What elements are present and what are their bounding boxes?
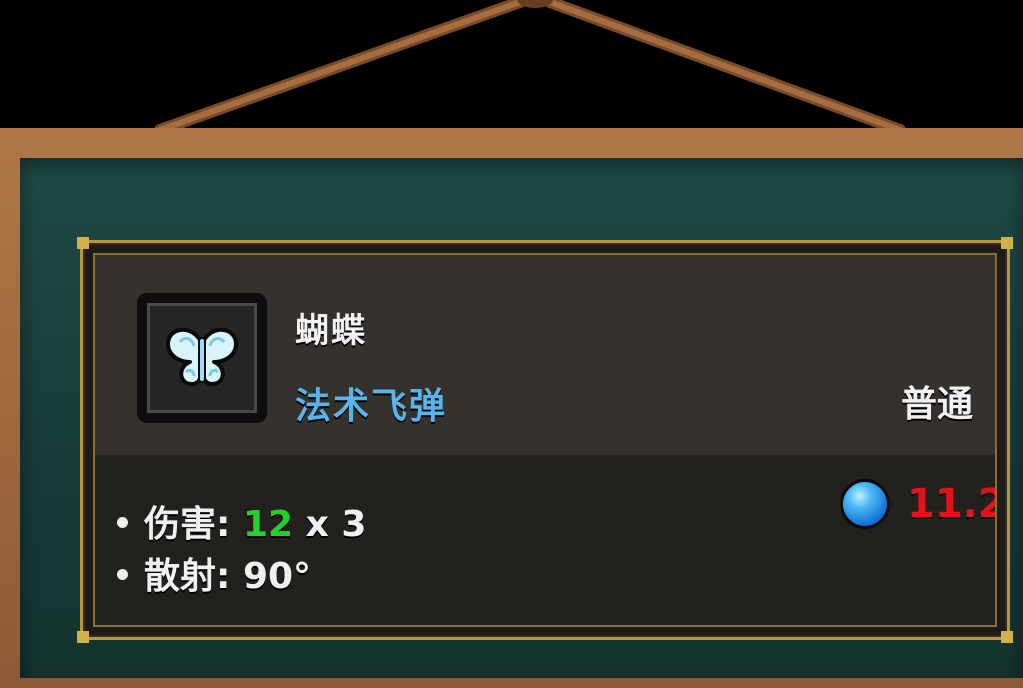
spell-icon-slot[interactable] bbox=[137, 293, 267, 423]
stat-damage-value: 12 bbox=[242, 504, 294, 545]
hanging-string bbox=[154, 0, 906, 136]
mana-cost: 11.2 bbox=[907, 481, 997, 527]
bullet-icon bbox=[117, 568, 128, 580]
corner-ornament bbox=[1001, 237, 1013, 249]
stat-spread-value: 90° bbox=[242, 556, 312, 597]
stat-damage-label: 伤害: bbox=[144, 504, 231, 545]
corner-ornament bbox=[1001, 631, 1013, 643]
stat-damage: 伤害: 12 x 3 bbox=[117, 495, 366, 547]
spell-rarity: 普通 bbox=[900, 384, 973, 425]
stat-spread: 散射: 90° bbox=[117, 547, 311, 599]
spell-type: 法术飞弹 bbox=[295, 386, 448, 427]
stat-damage-multiplier: x 3 bbox=[305, 504, 367, 545]
spell-tooltip-card: 蝴蝶 法术飞弹 普通 伤害: 12 x 3 散射: 90° 11.2 bbox=[77, 237, 1013, 643]
bullet-icon bbox=[117, 516, 128, 528]
butterfly-icon bbox=[166, 328, 238, 386]
stat-spread-label: 散射: bbox=[144, 556, 231, 597]
spell-name: 蝴蝶 bbox=[295, 311, 367, 351]
corner-ornament bbox=[77, 237, 89, 249]
mana-orb-icon bbox=[840, 479, 890, 529]
card-content: 蝴蝶 法术飞弹 普通 伤害: 12 x 3 散射: 90° 11.2 bbox=[93, 253, 997, 627]
corner-ornament bbox=[77, 631, 89, 643]
